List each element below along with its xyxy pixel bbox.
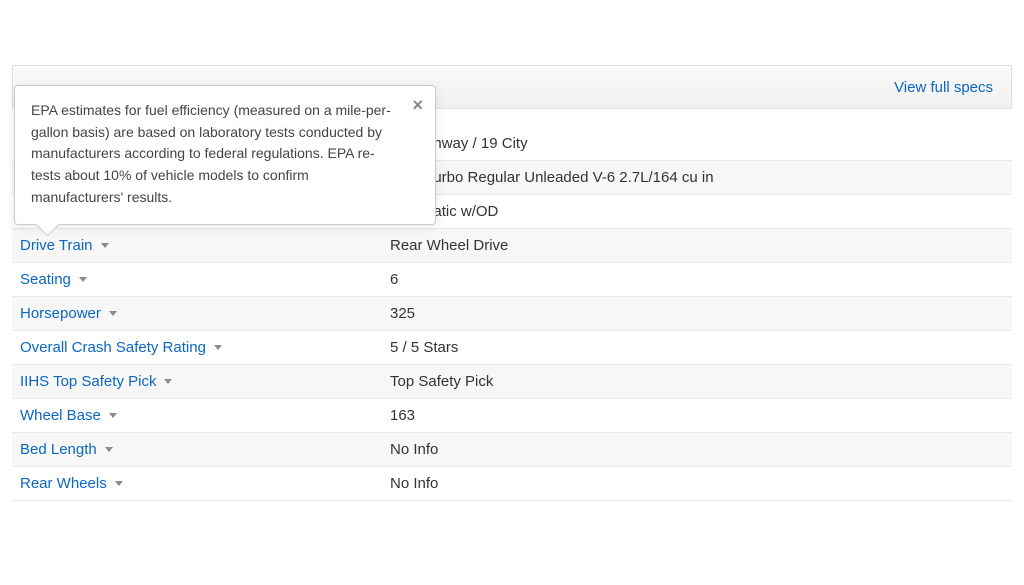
chevron-down-icon[interactable] [115, 481, 123, 486]
table-row: Overall Crash Safety Rating 5 / 5 Stars [12, 331, 1012, 365]
spec-label-bed-length[interactable]: Bed Length [20, 441, 97, 458]
mpg-tooltip: × EPA estimates for fuel efficiency (mea… [14, 85, 436, 225]
spec-value: Rear Wheel Drive [390, 229, 1012, 262]
spec-label-seating[interactable]: Seating [20, 271, 71, 288]
spec-label-rear-wheels[interactable]: Rear Wheels [20, 475, 107, 492]
table-row: IIHS Top Safety Pick Top Safety Pick [12, 365, 1012, 399]
table-row: Bed Length No Info [12, 433, 1012, 467]
table-row: Wheel Base 163 [12, 399, 1012, 433]
spec-value: 6 [390, 263, 1012, 296]
table-row: Drive Train Rear Wheel Drive [12, 229, 1012, 263]
spec-label-drive-train[interactable]: Drive Train [20, 237, 93, 254]
specs-container: × EPA estimates for fuel efficiency (mea… [0, 65, 1024, 501]
chevron-down-icon[interactable] [214, 345, 222, 350]
spec-value: 163 [390, 399, 1012, 432]
chevron-down-icon[interactable] [109, 311, 117, 316]
table-row: Rear Wheels No Info [12, 467, 1012, 501]
spec-value: No Info [390, 467, 1012, 500]
spec-value: 26 Highway / 19 City [390, 127, 1012, 160]
chevron-down-icon[interactable] [164, 379, 172, 384]
spec-label-crash-rating[interactable]: Overall Crash Safety Rating [20, 339, 206, 356]
spec-value: 5 / 5 Stars [390, 331, 1012, 364]
chevron-down-icon[interactable] [101, 243, 109, 248]
tooltip-text: EPA estimates for fuel efficiency (measu… [31, 102, 391, 205]
chevron-down-icon[interactable] [105, 447, 113, 452]
spec-value: Automatic w/OD [390, 195, 1012, 228]
chevron-down-icon[interactable] [79, 277, 87, 282]
spec-label-wheel-base[interactable]: Wheel Base [20, 407, 101, 424]
table-row: Horsepower 325 [12, 297, 1012, 331]
chevron-down-icon[interactable] [109, 413, 117, 418]
spec-label-iihs[interactable]: IIHS Top Safety Pick [20, 373, 156, 390]
spec-label-horsepower[interactable]: Horsepower [20, 305, 101, 322]
table-row: Seating 6 [12, 263, 1012, 297]
close-icon[interactable]: × [412, 96, 423, 114]
spec-value: No Info [390, 433, 1012, 466]
spec-value: Twin Turbo Regular Unleaded V-6 2.7L/164… [390, 161, 1012, 194]
view-full-specs-link[interactable]: View full specs [894, 79, 993, 96]
spec-value: 325 [390, 297, 1012, 330]
spec-value: Top Safety Pick [390, 365, 1012, 398]
